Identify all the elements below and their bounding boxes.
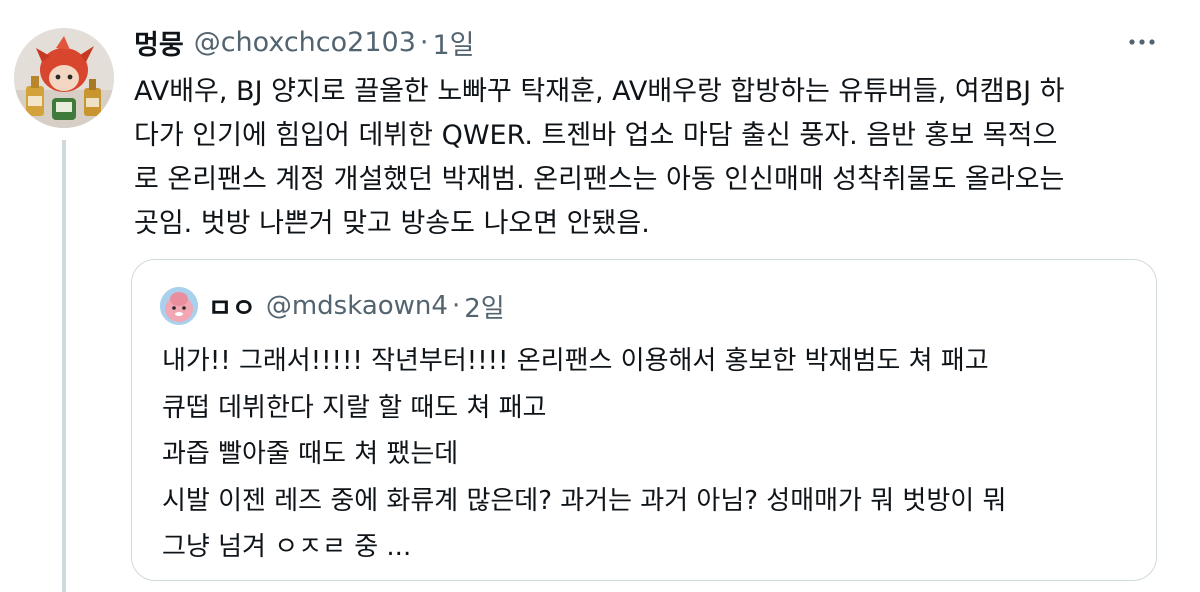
user-handle[interactable]: @choxchco2103 — [194, 27, 416, 58]
quoted-tweet-text: 내가!! 그래서!!!!! 작년부터!!!! 온리팬스 이용해서 홍보한 박재범… — [162, 346, 1007, 562]
quoted-separator-dot: · — [451, 291, 461, 321]
timestamp[interactable]: 1일 — [432, 23, 474, 62]
quoted-header: ㅁㅇ @mdskaown4 · 2일 — [208, 286, 505, 326]
tweet-header: 멍뭉 @choxchco2103 · 1일 — [134, 22, 475, 62]
quoted-avatar[interactable] — [160, 287, 198, 325]
tweet-text: AV배우, BJ 양지로 끌올한 노빠꾸 탁재훈, AV배우랑 합방하는 유튜버… — [134, 76, 1065, 239]
avatar[interactable] — [14, 28, 114, 128]
avatar-image — [14, 28, 114, 128]
quoted-avatar-image — [160, 287, 198, 325]
quoted-tweet[interactable]: ㅁㅇ @mdskaown4 · 2일 내가!! 그래서!!!!! 작년부터!!!… — [131, 259, 1157, 581]
more-horizontal-icon — [1129, 39, 1155, 45]
thread-line — [62, 140, 66, 592]
quoted-timestamp[interactable]: 2일 — [464, 288, 504, 325]
quoted-display-name[interactable]: ㅁㅇ — [208, 288, 256, 325]
separator-dot: · — [419, 26, 429, 58]
more-button[interactable] — [1122, 28, 1162, 56]
tweet[interactable]: 멍뭉 @choxchco2103 · 1일 AV배우, BJ 양지로 끌올한 노… — [0, 0, 1200, 592]
quoted-user-handle[interactable]: @mdskaown4 — [266, 291, 448, 321]
display-name[interactable]: 멍뭉 — [134, 23, 184, 62]
